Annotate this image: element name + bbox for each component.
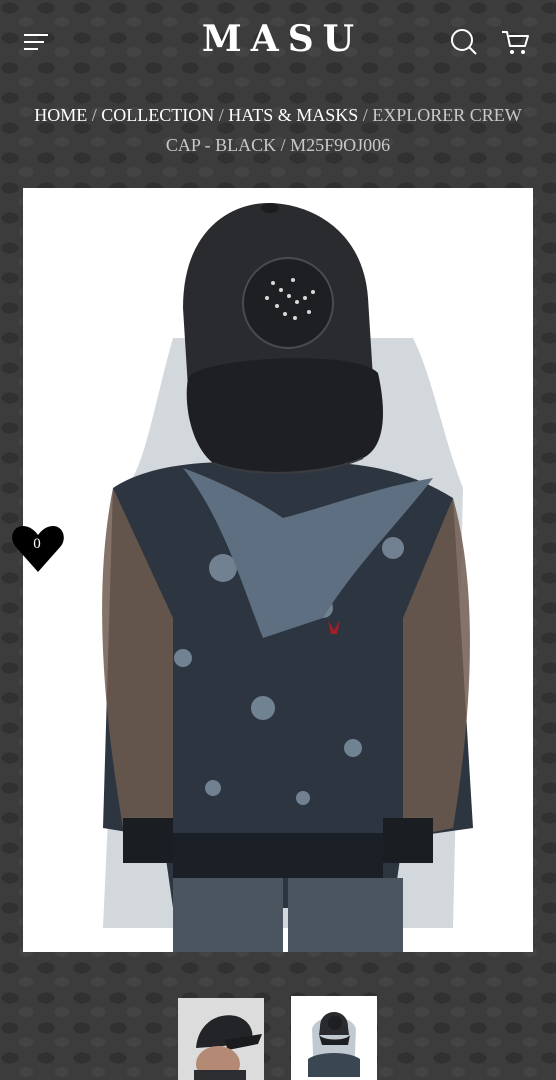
breadcrumb-home[interactable]: HOME [34, 105, 87, 125]
breadcrumb-collection[interactable]: COLLECTION [101, 105, 214, 125]
breadcrumb-separator: / [362, 105, 373, 125]
thumbnail-image [178, 998, 264, 1080]
wishlist-count: 0 [33, 536, 41, 552]
product-photo [23, 188, 533, 952]
breadcrumb: HOME / COLLECTION / HATS & MASKS / EXPLO… [18, 100, 538, 160]
thumbnail-model-cap[interactable] [178, 998, 264, 1080]
breadcrumb-hats-masks[interactable]: HATS & MASKS [228, 105, 358, 125]
search-icon[interactable] [450, 28, 478, 56]
breadcrumb-separator: / [91, 105, 102, 125]
product-main-image[interactable] [23, 188, 533, 952]
wishlist-button[interactable]: 0 [11, 522, 65, 574]
breadcrumb-separator: / [218, 105, 229, 125]
cart-icon[interactable] [500, 28, 530, 56]
thumbnail-image [294, 999, 374, 1077]
site-header: MASU [0, 0, 556, 86]
thumbnail-cap-with-veil[interactable] [291, 996, 377, 1080]
